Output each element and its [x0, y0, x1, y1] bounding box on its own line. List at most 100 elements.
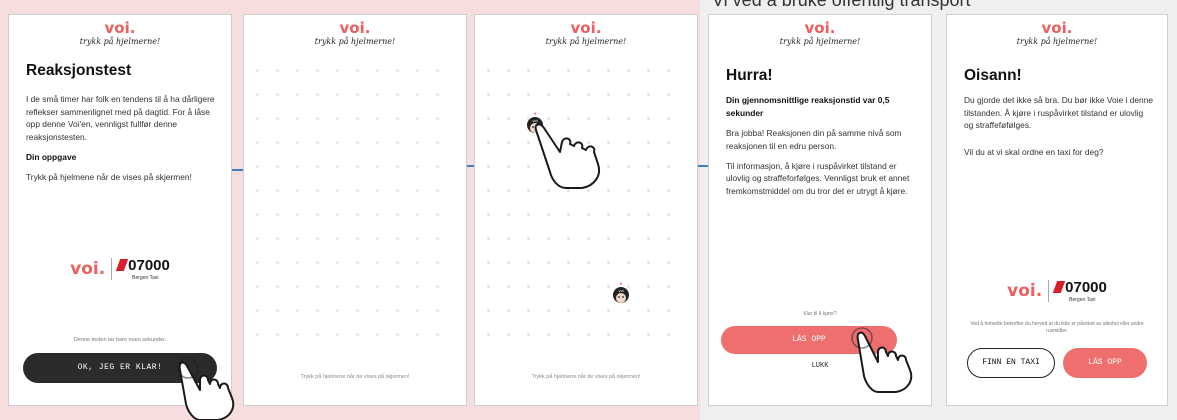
grid-dot	[256, 165, 259, 168]
grid-dot	[627, 213, 630, 216]
grid-dot	[396, 261, 399, 264]
partner-logos: voi. 07000 Bergen Taxi	[70, 257, 170, 281]
legal-note: Ved å fortsette bekrefter du herved at d…	[970, 321, 1144, 334]
grid-dot	[376, 141, 379, 144]
grid-dot	[647, 93, 650, 96]
grid-dot	[547, 309, 550, 312]
grid-dot	[316, 189, 319, 192]
grid-dot	[436, 189, 439, 192]
grid-dot	[316, 69, 319, 72]
grid-dot	[647, 141, 650, 144]
grid-dot	[336, 261, 339, 264]
screen-dot-grid-empty: voi. trykk på hjelmerne! Trykk på hjelme…	[243, 14, 467, 406]
grid-dot	[356, 69, 359, 72]
grid-dot	[647, 309, 650, 312]
grid-dot	[647, 165, 650, 168]
grid-dot	[627, 141, 630, 144]
grid-dot	[396, 309, 399, 312]
grid-dot	[607, 333, 610, 336]
grid-dot	[436, 285, 439, 288]
grid-dot	[416, 189, 419, 192]
grid-dot	[376, 261, 379, 264]
grid-dot	[416, 285, 419, 288]
grid-dot	[356, 261, 359, 264]
grid-dot	[256, 141, 259, 144]
grid-dot	[316, 309, 319, 312]
unlock-button[interactable]: LÅS OPP	[1063, 348, 1147, 378]
grid-dot	[416, 213, 419, 216]
grid-dot	[627, 261, 630, 264]
grid-dot	[276, 93, 279, 96]
result-paragraph-1: Bra jobba! Reaksjonen din på samme nivå …	[726, 128, 902, 151]
grid-dot	[627, 117, 630, 120]
grid-dot	[507, 261, 510, 264]
page-title: Hurra!	[726, 67, 773, 84]
grid-dot	[607, 309, 610, 312]
grid-dot	[276, 165, 279, 168]
grid-dot	[436, 93, 439, 96]
grid-dot	[667, 117, 670, 120]
grid-dot	[487, 165, 490, 168]
grid-dot	[567, 237, 570, 240]
grid-dot	[376, 93, 379, 96]
grid-dot	[647, 69, 650, 72]
grid-dot	[316, 213, 319, 216]
grid-dot	[356, 285, 359, 288]
grid-dot	[336, 141, 339, 144]
grid-dot	[547, 285, 550, 288]
grid-dot	[376, 309, 379, 312]
grid-dot	[487, 333, 490, 336]
grid-dot	[256, 69, 259, 72]
grid-dot	[507, 237, 510, 240]
grid-dot	[356, 309, 359, 312]
grid-dot	[436, 69, 439, 72]
fail-paragraph-2: Vil du at vi skal ordne en taxi for deg?	[964, 146, 1104, 157]
grid-dot	[416, 333, 419, 336]
grid-dot	[567, 93, 570, 96]
grid-dot	[487, 189, 490, 192]
screen-dot-grid-helmets: voi. trykk på hjelmerne! voi voi Trykk p…	[474, 14, 698, 406]
result-paragraph-2: Til informasjon, å kjøre i ruspåvirket t…	[726, 161, 910, 196]
helmet-target-2[interactable]: voi	[611, 281, 631, 303]
grid-dot	[416, 165, 419, 168]
intro-paragraph: I de små timer har folk en tendens til å…	[26, 94, 215, 142]
grid-dot	[276, 69, 279, 72]
grid-dot	[667, 213, 670, 216]
grid-dot	[627, 333, 630, 336]
grid-dot	[316, 261, 319, 264]
grid-dot	[296, 165, 299, 168]
grid-dot	[627, 237, 630, 240]
grid-dot	[276, 261, 279, 264]
grid-dot	[336, 309, 339, 312]
grid-dot	[336, 213, 339, 216]
grid-dot	[436, 333, 439, 336]
grid-dot	[667, 261, 670, 264]
task-heading: Din oppgave	[26, 152, 77, 163]
grid-dot	[296, 213, 299, 216]
grid-dot	[527, 261, 530, 264]
grid-dot	[256, 117, 259, 120]
grid-dot	[547, 333, 550, 336]
find-taxi-button[interactable]: FINN EN TAXI	[967, 348, 1055, 378]
grid-dot	[627, 69, 630, 72]
grid-dot	[256, 213, 259, 216]
grid-dot	[587, 237, 590, 240]
grid-dot	[607, 93, 610, 96]
grid-dot	[527, 213, 530, 216]
grid-dot	[436, 117, 439, 120]
grid-dot	[627, 309, 630, 312]
grid-dot	[587, 93, 590, 96]
grid-dot	[667, 69, 670, 72]
grid-dot	[436, 261, 439, 264]
grid-dot	[256, 261, 259, 264]
voi-logo: voi. trykk på hjelmerne!	[545, 19, 627, 47]
grid-dot	[296, 141, 299, 144]
grid-dot	[416, 261, 419, 264]
grid-dot	[607, 285, 610, 288]
grid-dot	[356, 93, 359, 96]
grid-dot	[507, 141, 510, 144]
partner-logos: voi. 07000 Bergen Taxi	[1007, 279, 1107, 303]
grid-dot	[587, 285, 590, 288]
grid-dot	[296, 333, 299, 336]
grid-dot	[336, 189, 339, 192]
